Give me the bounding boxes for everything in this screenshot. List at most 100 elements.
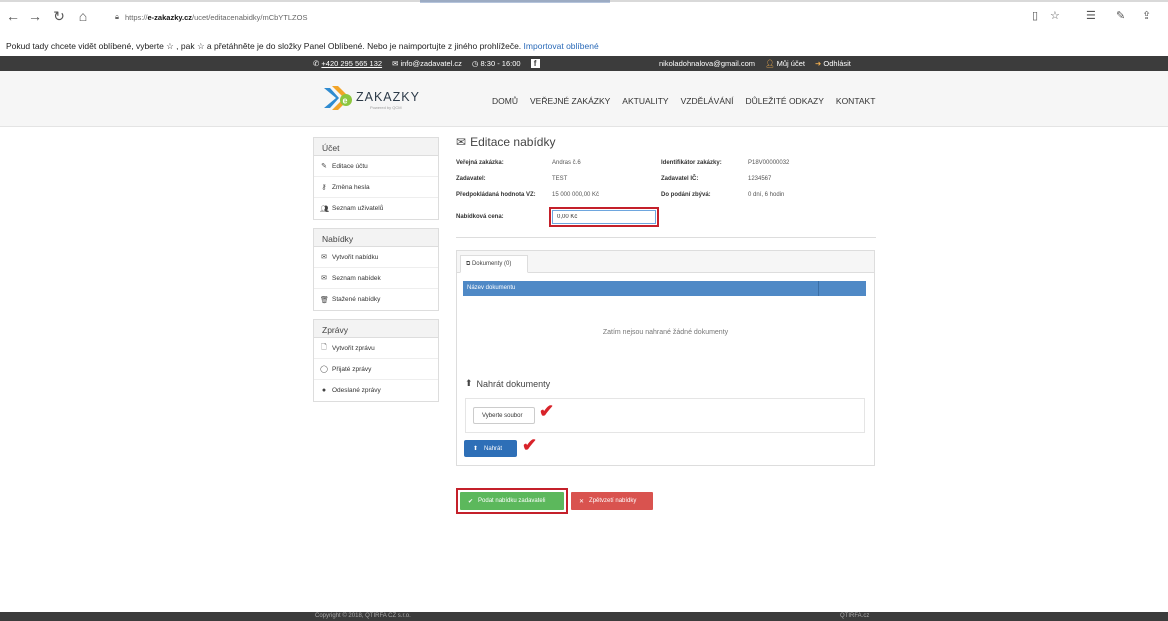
nav-home[interactable]: DOMŮ <box>492 96 518 106</box>
submit-offer-button[interactable]: ✔ Podat nabídku zadavateli <box>460 492 564 510</box>
upload-box: Vyberte soubor ✔ <box>465 398 865 433</box>
logout-link[interactable]: ➜ Odhlásit <box>815 59 851 68</box>
check-icon: ✔ <box>468 498 474 505</box>
column-document-name: Název dokumentu <box>467 285 516 291</box>
sidebar-messages-panel: Zprávy 🗋︎ Vytvořit zprávu ◯ Přijaté zprávy… <box>313 319 439 402</box>
favorites-bar: Pokud tady chcete vidět oblíbené, vybert… <box>0 38 1168 54</box>
browser-toolbar: ← → ↻ ⌂ 🔒︎ https://e-zakazky.cz/ucet/edi… <box>0 0 1168 38</box>
upload-section-title: ⬆ Nahrát dokumenty <box>465 378 551 389</box>
footer-link[interactable]: QTIRFA.cz <box>840 613 869 619</box>
site-header: e ZAKAZKY Powered by QCM DOMŮ VEŘEJNÉ ZA… <box>0 71 1168 127</box>
contracting-authority-value: TEST <box>552 176 568 182</box>
empty-documents-message: Zatím nejsou nahrané žádné dokumenty <box>602 329 729 336</box>
pen-icon[interactable]: ✎ <box>1116 9 1125 22</box>
checkmark-annotation-icon: ✔ <box>539 401 555 421</box>
files-icon: ⧉ <box>466 261 471 267</box>
nav-education[interactable]: VZDĚLÁVÁNÍ <box>681 96 734 106</box>
sidebar-item-edit-account[interactable]: ✎ Editace účtu <box>314 156 438 177</box>
contact-bar: ✆ +420 295 565 132 ✉ info@zadavatel.cz ◷… <box>0 56 1168 71</box>
sidebar-item-sent-messages[interactable]: ● Odeslané zprávy <box>314 380 438 401</box>
logout-icon: ➜ <box>814 59 822 68</box>
favorites-message: Pokud tady chcete vidět oblíbené, vybert… <box>6 41 522 51</box>
authority-ic-value: 1234567 <box>748 176 772 182</box>
logo-subtext: Powered by QCM <box>370 105 402 110</box>
authority-ic-label: Zadavatel IČ: <box>661 176 699 182</box>
submit-highlight: ✔ Podat nabídku zadavateli <box>456 488 568 514</box>
price-label: Nabídková cena: <box>456 214 504 220</box>
address-bar[interactable]: 🔒︎ https://e-zakazky.cz/ucet/editacenabi… <box>115 9 307 25</box>
sidebar-account-title: Účet <box>314 138 438 156</box>
contract-label: Veřejná zakázka: <box>456 160 504 166</box>
favorites-list-icon[interactable]: ☰ <box>1086 9 1096 22</box>
active-tab-indicator <box>420 0 610 3</box>
lock-icon: 🔒︎ <box>115 12 119 21</box>
sidebar-item-received-messages[interactable]: ◯ Přijaté zprávy <box>314 359 438 380</box>
phone-icon: ✆ <box>313 59 320 68</box>
nav-public-contracts[interactable]: VEŘEJNÉ ZAKÁZKY <box>530 96 610 106</box>
tab-documents[interactable]: ⧉ Dokumenty (0) <box>460 255 528 273</box>
reading-view-icon[interactable]: ▯ <box>1032 9 1038 22</box>
price-highlight <box>549 207 659 227</box>
sidebar-item-withdrawn-offers[interactable]: 🗑︎ Stažené nabídky <box>314 289 438 310</box>
sidebar-item-create-offer[interactable]: ✉ Vytvořit nabídku <box>314 247 438 268</box>
nav-news[interactable]: AKTUALITY <box>622 96 668 106</box>
nav-contact[interactable]: KONTAKT <box>836 96 876 106</box>
url-text: https://e-zakazky.cz/ucet/editacenabidky… <box>125 12 308 22</box>
contract-value: Andras č.6 <box>552 160 581 166</box>
site-logo[interactable]: e ZAKAZKY Powered by QCM <box>322 84 419 112</box>
svg-text:e: e <box>343 96 348 106</box>
comment-outline-icon: ◯ <box>320 366 328 373</box>
import-favorites-link[interactable]: Importovat oblíbené <box>524 41 599 51</box>
user-email: nikoladohnalova@gmail.com <box>659 59 755 68</box>
deadline-label: Do podání zbývá: <box>661 192 711 198</box>
facebook-icon[interactable]: f <box>530 59 540 68</box>
close-icon: ✕ <box>579 498 585 505</box>
comment-icon: ● <box>321 387 327 394</box>
withdraw-offer-button[interactable]: ✕ Zpětvzetí nabídky <box>571 492 653 510</box>
envelope-icon: ✉ <box>392 59 399 68</box>
upload-icon: ⬆ <box>473 446 479 452</box>
logo-text: ZAKAZKY <box>356 90 420 104</box>
users-icon: 👥︎ <box>320 205 329 213</box>
nav-important-links[interactable]: DŮLEŽITÉ ODKAZY <box>746 96 824 106</box>
favorite-star-icon[interactable]: ☆ <box>1050 9 1060 22</box>
sidebar-account-panel: Účet ✎ Editace účtu ⚷ Změna hesla 👥︎ Seznam… <box>313 137 439 220</box>
home-icon[interactable]: ⌂ <box>74 8 92 24</box>
sidebar-item-change-password[interactable]: ⚷ Změna hesla <box>314 177 438 198</box>
deadline-value: 0 dní, 6 hodin <box>748 192 785 198</box>
share-icon[interactable]: ⇪ <box>1142 9 1151 22</box>
trash-icon: 🗑︎ <box>320 296 329 304</box>
sidebar-item-offer-list[interactable]: ✉ Seznam nabídek <box>314 268 438 289</box>
divider <box>456 237 876 238</box>
opening-hours: ◷ 8:30 - 16:00 <box>471 59 521 68</box>
refresh-icon[interactable]: ↻ <box>50 8 68 25</box>
upload-button[interactable]: ⬆ Nahrát <box>464 440 517 457</box>
envelope-icon: ✉ <box>321 275 327 282</box>
page-title: ✉ Editace nabídky <box>456 135 556 149</box>
upload-icon: ⬆ <box>465 378 473 388</box>
envelope-outline-icon: ✉ <box>321 254 327 261</box>
sidebar-item-users[interactable]: 👥︎ Seznam uživatelů <box>314 198 438 219</box>
phone-link[interactable]: ✆ +420 295 565 132 <box>313 59 382 68</box>
documents-table-header: Název dokumentu <box>463 281 866 296</box>
back-arrow-icon[interactable]: ← <box>4 8 22 24</box>
documents-panel: ⧉ Dokumenty (0) Název dokumentu Zatím ne… <box>456 250 875 466</box>
my-account-link[interactable]: 👤︎ Můj účet <box>765 59 805 68</box>
sidebar-item-create-message[interactable]: 🗋︎ Vytvořit zprávu <box>314 338 438 359</box>
sidebar-offers-panel: Nabídky ✉ Vytvořit nabídku ✉ Seznam nabíde… <box>313 228 439 311</box>
sidebar-messages-title: Zprávy <box>314 320 438 338</box>
user-icon: 👤︎ <box>765 59 775 68</box>
envelope-outline-icon: ✉ <box>456 135 467 149</box>
key-icon: ⚷ <box>321 184 327 191</box>
edit-icon: ✎ <box>321 163 327 170</box>
contracting-authority-label: Zadavatel: <box>456 176 486 182</box>
forward-arrow-icon[interactable]: → <box>26 8 44 24</box>
estimated-value-label: Předpokládaná hodnota VZ: <box>456 192 536 198</box>
site-footer: Copyright © 2018, QTIRFA CZ s.r.o. QTIRF… <box>0 612 1168 621</box>
contract-id-label: Identifikátor zakázky: <box>661 160 722 166</box>
email-link[interactable]: ✉ info@zadavatel.cz <box>392 59 462 68</box>
clock-icon: ◷ <box>471 59 479 68</box>
price-input[interactable] <box>552 210 656 224</box>
copyright-text: Copyright © 2018, QTIRFA CZ s.r.o. <box>315 613 411 619</box>
choose-file-button[interactable]: Vyberte soubor <box>473 407 535 424</box>
